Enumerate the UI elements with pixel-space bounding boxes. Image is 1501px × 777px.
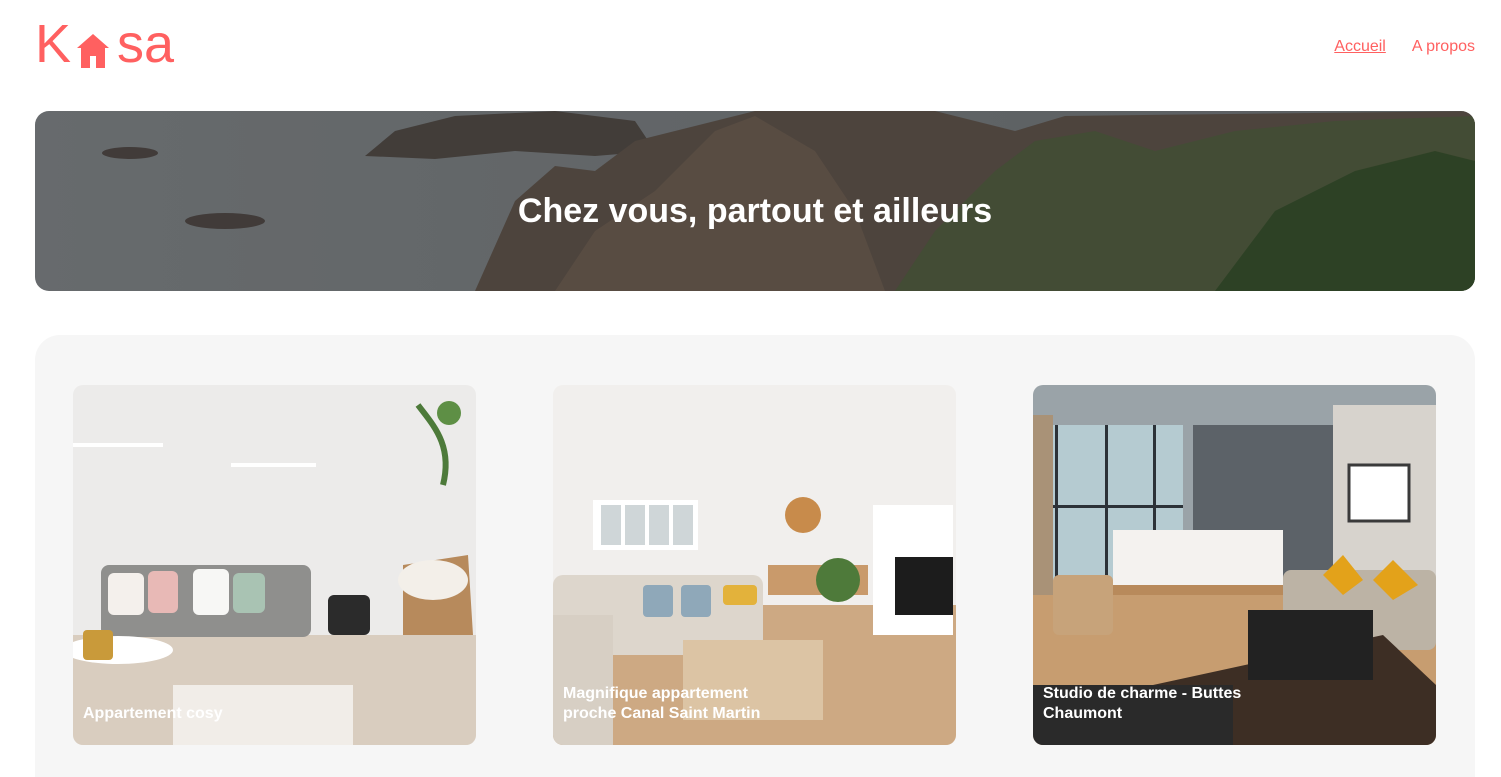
listing-title: Magnifique appartement proche Canal Sain…: [563, 685, 761, 722]
listing-card[interactable]: Appartement cosy: [73, 385, 476, 745]
kasa-logo[interactable]: K sa: [35, 14, 187, 74]
house-icon: [77, 34, 109, 68]
site-header: K sa Accueil A propos: [35, 14, 1475, 74]
listing-title: Appartement cosy: [83, 705, 223, 722]
listing-title: Studio de charme - Buttes Chaumont: [1043, 685, 1242, 722]
listing-photo-living-room: [73, 385, 476, 745]
main-nav: Accueil A propos: [1334, 37, 1475, 57]
logo-letters-sa: sa: [117, 14, 175, 74]
listing-card[interactable]: Magnifique appartement proche Canal Sain…: [553, 385, 956, 745]
listings-gallery: Appartement cosy Magnifique appartement …: [35, 335, 1475, 777]
nav-link-accueil[interactable]: Accueil: [1334, 37, 1386, 57]
nav-link-a-propos[interactable]: A propos: [1412, 37, 1475, 57]
hero-banner: Chez vous, partout et ailleurs: [35, 111, 1475, 291]
banner-title: Chez vous, partout et ailleurs: [517, 192, 993, 230]
listing-card[interactable]: Studio de charme - Buttes Chaumont: [1033, 385, 1436, 745]
logo-letter-k: K: [35, 14, 72, 74]
